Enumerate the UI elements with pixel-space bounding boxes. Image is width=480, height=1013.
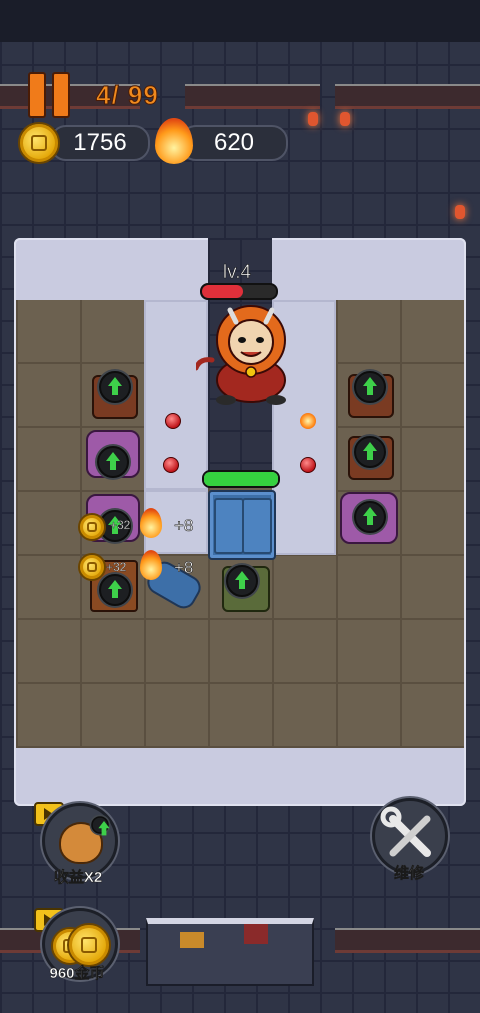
fire-icon xyxy=(140,550,162,580)
door-health-fill xyxy=(204,472,278,486)
fire-counter: 620 xyxy=(180,125,288,161)
coin-gain-text: +32 xyxy=(106,560,127,574)
upgrade-arrow-icon[interactable] xyxy=(226,565,258,597)
upgrade-arrow-icon[interactable] xyxy=(99,371,131,403)
projectile xyxy=(300,457,316,473)
coin-icon xyxy=(67,923,111,967)
fireball-projectile xyxy=(300,413,316,429)
coin-icon xyxy=(78,553,106,581)
pause-button[interactable] xyxy=(28,72,74,118)
lantern xyxy=(340,112,350,126)
upgrade-arrow-icon[interactable] xyxy=(354,501,386,533)
fire-icon xyxy=(155,118,193,164)
door-left-panel xyxy=(214,498,244,554)
top-dark-band xyxy=(0,0,480,42)
boss-health-fill xyxy=(202,285,243,298)
wrench-screwdriver-icon xyxy=(380,806,431,857)
wave-counter: 4/ 99 xyxy=(96,80,159,111)
lion-demon-boss xyxy=(196,305,286,405)
projectile xyxy=(165,413,181,429)
upgrade-arrow-icon[interactable] xyxy=(354,436,386,468)
roof-right xyxy=(335,84,480,109)
repair-label: 维修 xyxy=(393,865,425,883)
upgrade-arrow-icon[interactable] xyxy=(99,574,131,606)
coin-icon xyxy=(18,122,60,164)
fire-icon xyxy=(140,508,162,538)
fire-gain-text: +8 xyxy=(174,516,194,536)
steel-door[interactable] xyxy=(208,490,276,560)
door-health-bar xyxy=(202,470,280,488)
coin-gain-text: +32 xyxy=(110,518,131,532)
coin-reward-label: 960金币 xyxy=(49,965,105,983)
coin-icon xyxy=(78,513,106,541)
lantern xyxy=(308,112,318,126)
projectile xyxy=(163,457,179,473)
door-right-panel xyxy=(242,498,272,554)
roof-bottom-right xyxy=(335,928,480,953)
lantern xyxy=(455,205,465,219)
upgrade-arrow-icon[interactable] xyxy=(97,446,129,478)
boss-level-label: lv.4 xyxy=(222,262,252,284)
coin-counter: 1756 xyxy=(50,125,150,161)
income-x2-label: 收益X2 xyxy=(53,869,103,887)
boss-health-bar xyxy=(200,283,278,300)
bottom-building xyxy=(146,918,314,986)
upgrade-arrow-icon[interactable] xyxy=(354,371,386,403)
upgrade-arrow-icon xyxy=(91,816,110,836)
fire-gain-text: +8 xyxy=(174,558,194,578)
roof-center xyxy=(185,84,320,109)
